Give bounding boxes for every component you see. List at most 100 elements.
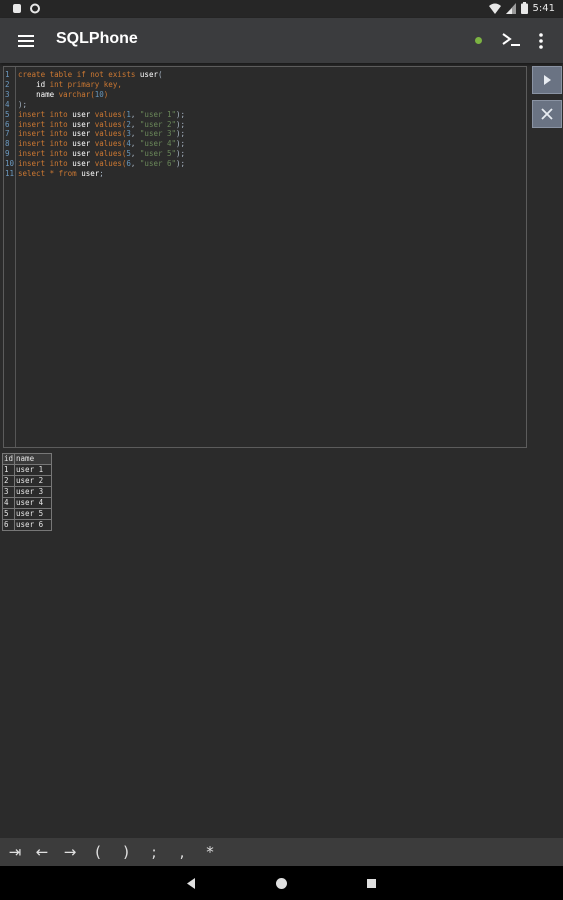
code-token: insert into <box>18 109 73 119</box>
line-number: 6 <box>5 119 10 129</box>
code-token: ); <box>176 119 186 129</box>
line-number: 10 <box>5 159 15 169</box>
tab-key[interactable]: ⇥ <box>4 842 26 862</box>
code-token: 10 <box>94 89 104 99</box>
clear-editor-button[interactable] <box>532 100 562 128</box>
code-token: name <box>36 89 55 99</box>
table-cell: 4 <box>1 497 16 509</box>
code-token: user <box>81 169 100 178</box>
line-number: 8 <box>5 139 10 149</box>
code-token: "user 2" <box>139 119 177 129</box>
notification-icon <box>13 4 21 13</box>
table-cell: user 1 <box>14 464 53 476</box>
code-token: user <box>139 70 158 79</box>
table-cell: user 6 <box>14 519 53 531</box>
table-row: 3 user 3 <box>1 486 53 498</box>
code-token: insert into <box>18 129 73 139</box>
code-text: insert into user values(1, "user 1"); <box>18 110 185 120</box>
line-number: 3 <box>5 89 10 99</box>
code-token: , <box>130 119 140 129</box>
back-icon[interactable] <box>186 878 196 889</box>
code-token: values( <box>90 159 127 169</box>
code-line: 1 create table if not exists user( <box>4 70 524 80</box>
code-token: int primary key, <box>45 79 122 89</box>
table-row: 4 user 4 <box>1 497 53 509</box>
run-query-button[interactable] <box>532 66 562 94</box>
code-text: insert into user values(4, "user 4"); <box>18 139 185 149</box>
code-text: insert into user values(5, "user 5"); <box>18 149 185 159</box>
line-number: 11 <box>5 169 15 178</box>
app-title: SQLPhone <box>56 30 138 47</box>
table-cell: 2 <box>1 475 16 487</box>
column-header: id <box>1 453 16 465</box>
code-token: ) <box>103 89 109 99</box>
table-cell: user 5 <box>14 508 53 520</box>
battery-icon <box>520 2 528 14</box>
code-token: "user 3" <box>139 129 177 139</box>
code-token: , <box>130 109 140 119</box>
recents-icon[interactable] <box>367 879 376 888</box>
results-table: id name 1 user 1 2 user 2 3 user 3 4 user 4 5 user… <box>1 453 53 531</box>
line-number: 1 <box>5 70 10 79</box>
right-arrow-key[interactable]: → <box>59 842 81 862</box>
code-text: create table if not exists user( <box>18 70 163 80</box>
code-token: ); <box>176 139 186 149</box>
code-text: name varchar(10) <box>18 90 108 100</box>
table-cell: 1 <box>1 464 16 476</box>
semicolon-key[interactable]: ; <box>143 842 165 862</box>
code-token: , <box>130 159 140 169</box>
app-toolbar: SQLPhone <box>0 18 563 63</box>
wifi-icon <box>488 3 501 14</box>
column-header: name <box>14 453 53 465</box>
cell-signal-icon <box>505 2 516 14</box>
code-token: ( <box>157 70 163 79</box>
code-token: insert into <box>18 159 73 169</box>
open-paren-key[interactable]: ( <box>87 842 109 862</box>
code-token: ); <box>176 149 186 159</box>
terminal-icon[interactable] <box>500 30 522 50</box>
comma-key[interactable]: , <box>171 842 193 862</box>
line-number: 9 <box>5 149 10 159</box>
code-token: varchar( <box>54 89 95 99</box>
code-token: values( <box>90 119 127 129</box>
overflow-menu-icon[interactable] <box>534 31 548 51</box>
left-arrow-key[interactable]: ← <box>31 842 53 862</box>
table-cell: user 3 <box>14 486 53 498</box>
code-token: user <box>72 159 91 169</box>
line-number: 5 <box>5 109 10 119</box>
code-token: values( <box>90 149 127 159</box>
code-line: 2 id int primary key, <box>4 80 524 90</box>
asterisk-key[interactable]: * <box>199 842 221 862</box>
code-token: create table if not exists <box>18 70 140 79</box>
code-token: "user 6" <box>139 159 177 169</box>
close-icon <box>541 108 553 120</box>
table-row: 2 user 2 <box>1 475 53 487</box>
sql-editor[interactable]: 1 create table if not exists user(2 id in… <box>3 66 527 448</box>
code-token: ); <box>176 159 186 169</box>
status-bar: 5:41 <box>0 0 563 18</box>
code-token: user <box>72 129 91 139</box>
code-line: 10 insert into user values(6, "user 6"); <box>4 159 524 169</box>
play-icon <box>544 75 551 85</box>
menu-icon[interactable] <box>16 31 36 51</box>
code-token: insert into <box>18 149 73 159</box>
table-cell: user 2 <box>14 475 53 487</box>
code-line: 5 insert into user values(1, "user 1"); <box>4 110 524 120</box>
line-number: 4 <box>5 99 10 109</box>
code-line: 8 insert into user values(4, "user 4"); <box>4 139 524 149</box>
close-paren-key[interactable]: ) <box>115 842 137 862</box>
code-token: "user 1" <box>139 109 177 119</box>
code-line: 7 insert into user values(3, "user 3"); <box>4 129 524 139</box>
system-navigation-bar <box>0 866 563 900</box>
code-line: 11 select * from user; <box>4 169 524 179</box>
table-row: 6 user 6 <box>1 519 53 531</box>
home-icon[interactable] <box>275 877 288 890</box>
table-header-row: id name <box>1 453 53 465</box>
table-row: 1 user 1 <box>1 464 53 476</box>
code-text: select * from user; <box>18 169 104 179</box>
code-line: 6 insert into user values(2, "user 2"); <box>4 120 524 130</box>
connection-status-dot[interactable] <box>475 37 482 44</box>
code-text: ); <box>18 100 27 110</box>
